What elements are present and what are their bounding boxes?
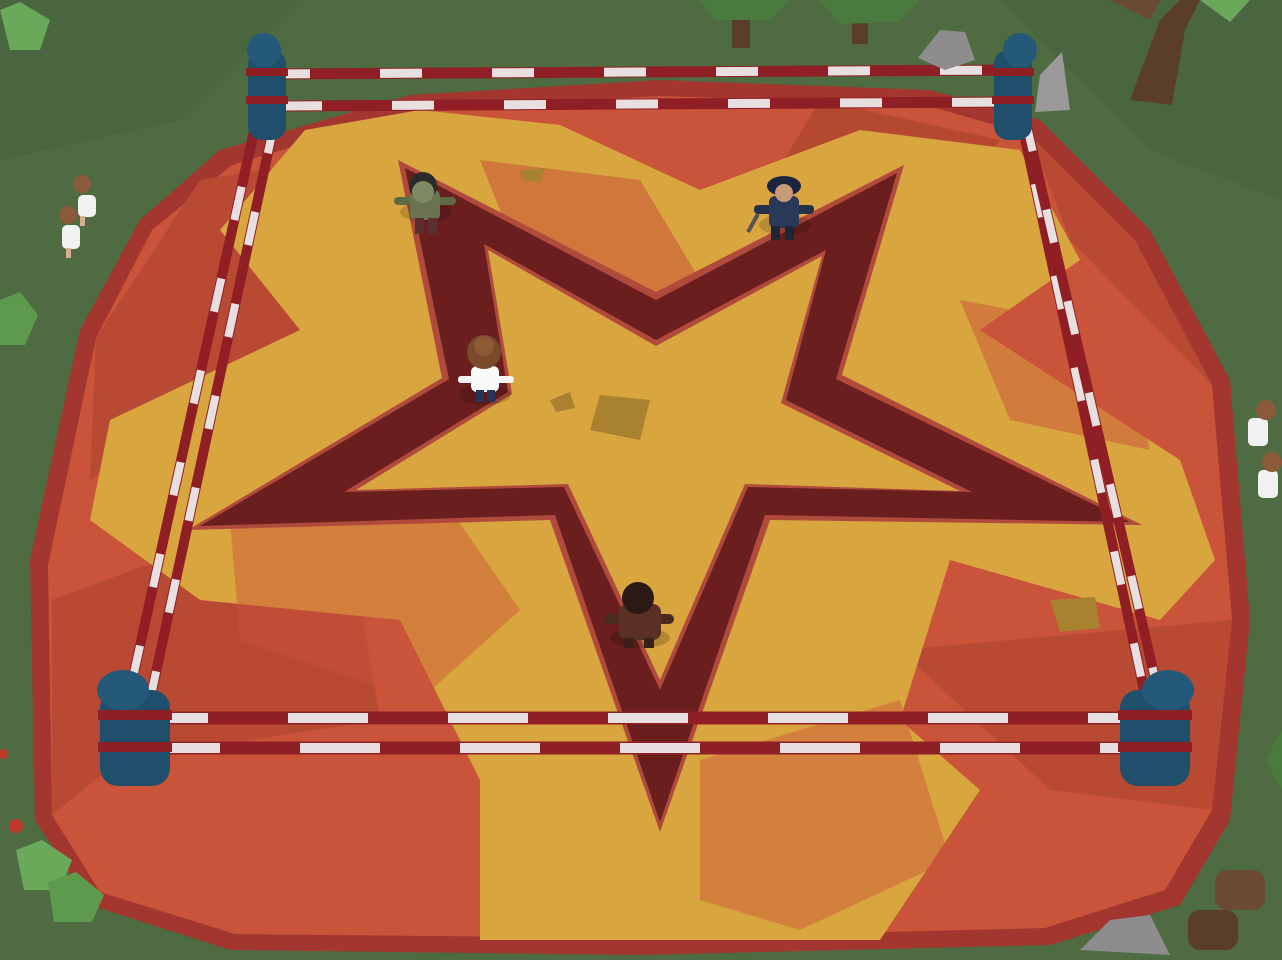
game-scene[interactable] [0,0,1282,960]
